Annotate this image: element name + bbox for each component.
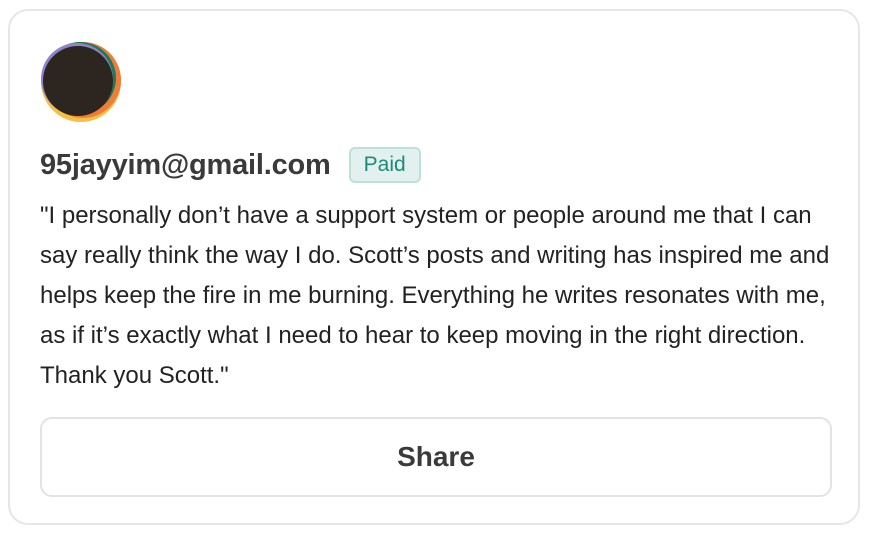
share-button-label: Share: [397, 441, 475, 472]
avatar: [40, 41, 122, 123]
share-button[interactable]: Share: [40, 417, 832, 497]
user-avatar-icon: [41, 42, 121, 122]
testimonial-header: 95jayyim@gmail.com Paid: [40, 145, 421, 185]
author-email: 95jayyim@gmail.com: [40, 148, 331, 181]
testimonial-quote: "I personally don’t have a support syste…: [40, 202, 830, 389]
testimonial-card: 95jayyim@gmail.com Paid "I personally do…: [8, 9, 860, 525]
paid-badge: Paid: [348, 147, 421, 183]
